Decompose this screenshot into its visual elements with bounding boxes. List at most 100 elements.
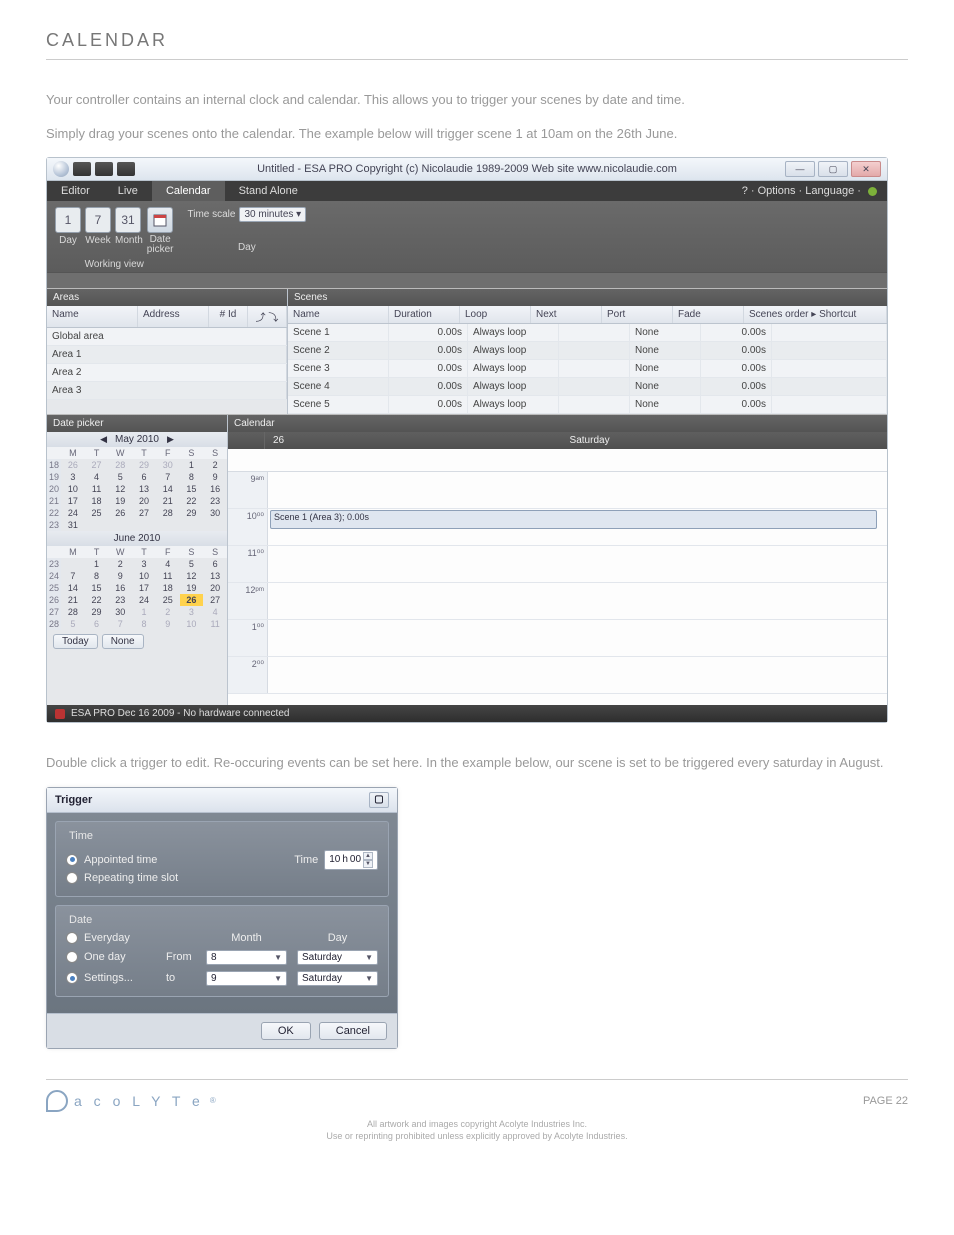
time-label: 9ᵃᵐ (228, 472, 268, 508)
scene-row[interactable]: Scene 30.00sAlways loopNone0.00s (288, 360, 887, 378)
status-text: ESA PRO Dec 16 2009 - No hardware connec… (71, 708, 289, 719)
trigger-dialog: Trigger ▢ Time Appointed time Time 10 h … (46, 787, 398, 1049)
from-day-select[interactable]: Saturday▼ (297, 950, 378, 965)
spin-down-icon[interactable]: ▼ (363, 860, 373, 868)
radio-appointed-label: Appointed time (84, 854, 157, 866)
page-title: CALENDAR (46, 30, 908, 60)
time-slot[interactable]: 2⁰⁰ (228, 657, 887, 694)
ribbon-tab-standalone[interactable]: Stand Alone (225, 181, 312, 201)
copyright-line-2: Use or reprinting prohibited unless expl… (46, 1130, 908, 1143)
timescale-select[interactable]: 30 minutes ▾ (239, 207, 306, 222)
date-picker-button[interactable] (147, 207, 173, 233)
area-row[interactable]: Area 3 (47, 382, 287, 400)
to-day-select[interactable]: Saturday▼ (297, 971, 378, 986)
area-name: Area 1 (47, 346, 287, 363)
next-month-button[interactable]: ▶ (167, 434, 174, 445)
timescale-label: Time scale (187, 209, 235, 220)
to-month-select[interactable]: 9▼ (206, 971, 287, 986)
window-close-button[interactable]: ✕ (851, 161, 881, 177)
scenes-col-duration[interactable]: Duration (389, 306, 460, 323)
dialog-titlebar[interactable]: Trigger ▢ (47, 788, 397, 813)
areas-col-id[interactable]: # Id (209, 306, 248, 327)
selected-day[interactable]: 26 (180, 594, 204, 606)
time-slot[interactable]: 12ᵖᵐ (228, 583, 887, 620)
scenes-col-loop[interactable]: Loop (460, 306, 531, 323)
areas-col-io[interactable]: ⤴ ⤵ (248, 306, 287, 327)
month-header-may: ◀ May 2010 ▶ (47, 432, 227, 447)
area-row[interactable]: Area 1 (47, 346, 287, 364)
scenes-panel: Scenes Name Duration Loop Next Port Fade… (288, 289, 887, 414)
time-fieldset: Time Appointed time Time 10 h 00 ▲▼ (55, 821, 389, 897)
radio-appointed[interactable] (66, 854, 78, 866)
scene-row[interactable]: Scene 10.00sAlways loopNone0.00s (288, 324, 887, 342)
spin-up-icon[interactable]: ▲ (363, 852, 373, 860)
time-slot[interactable]: 10⁰⁰Scene 1 (Area 3); 0.00s (228, 509, 887, 546)
scenes-col-name[interactable]: Name (288, 306, 389, 323)
view-week-button[interactable]: 7 (85, 207, 111, 233)
window-titlebar[interactable]: Untitled - ESA PRO Copyright (c) Nicolau… (47, 158, 887, 181)
window-minimize-button[interactable]: — (785, 161, 815, 177)
area-row[interactable]: Area 2 (47, 364, 287, 382)
from-month-select[interactable]: 8▼ (206, 950, 287, 965)
copyright-line-1: All artwork and images copyright Acolyte… (46, 1118, 908, 1131)
body-text-3: Double click a trigger to edit. Re-occur… (46, 753, 908, 773)
quick-access-undo-icon[interactable] (95, 162, 113, 176)
view-month-button[interactable]: 31 (115, 207, 141, 233)
time-spinner[interactable]: 10 h 00 ▲▼ (324, 850, 378, 870)
scene-row[interactable]: Scene 40.00sAlways loopNone0.00s (288, 378, 887, 396)
time-legend: Time (66, 830, 96, 842)
time-slot[interactable]: 1⁰⁰ (228, 620, 887, 657)
prev-month-button[interactable]: ◀ (100, 434, 107, 445)
ribbon-right-menu[interactable]: ? · Options · Language · (732, 181, 887, 201)
quick-access-save-icon[interactable] (73, 162, 91, 176)
time-label: 2⁰⁰ (228, 657, 268, 693)
scenes-panel-title: Scenes (288, 289, 887, 306)
ribbon-tab-live[interactable]: Live (104, 181, 152, 201)
calendar-day-header: 26 Saturday (228, 432, 887, 449)
calendar-appointment[interactable]: Scene 1 (Area 3); 0.00s (270, 510, 877, 529)
ribbon-group-view-title: Working view (85, 259, 144, 270)
ok-button[interactable]: OK (261, 1022, 311, 1040)
scene-row[interactable]: Scene 50.00sAlways loopNone0.00s (288, 396, 887, 414)
dialog-close-button[interactable]: ▢ (369, 792, 389, 808)
time-slot[interactable]: 11⁰⁰ (228, 546, 887, 583)
ribbon-tab-editor[interactable]: Editor (47, 181, 104, 201)
time-label: 11⁰⁰ (228, 546, 268, 582)
area-row[interactable]: Global area (47, 328, 287, 346)
app-orb-icon[interactable] (53, 161, 69, 177)
time-slot[interactable]: 9ᵃᵐ (228, 472, 887, 509)
areas-panel: Areas Name Address # Id ⤴ ⤵ Global area … (47, 289, 288, 414)
areas-col-address[interactable]: Address (138, 306, 209, 327)
scene-row[interactable]: Scene 20.00sAlways loopNone0.00s (288, 342, 887, 360)
radio-everyday[interactable] (66, 932, 78, 944)
datepicker-panel: Date picker ◀ May 2010 ▶ MT WT FS S 1826… (47, 415, 228, 705)
quick-access-redo-icon[interactable] (117, 162, 135, 176)
scenes-col-order[interactable]: Scenes order ▸ Shortcut (744, 306, 887, 323)
radio-oneday-label: One day (84, 951, 126, 963)
from-label: From (166, 951, 196, 963)
calendar-allday-row[interactable] (228, 449, 887, 472)
radio-oneday[interactable] (66, 951, 78, 963)
window-maximize-button[interactable]: ▢ (818, 161, 848, 177)
ribbon-footer-strip (47, 272, 887, 288)
areas-col-name[interactable]: Name (47, 306, 138, 327)
scenes-col-port[interactable]: Port (602, 306, 673, 323)
window-caption: Untitled - ESA PRO Copyright (c) Nicolau… (47, 163, 887, 175)
area-name: Area 2 (47, 364, 287, 381)
cancel-button[interactable]: Cancel (319, 1022, 387, 1040)
ribbon-group-day-title: Day (238, 242, 256, 253)
area-name: Global area (47, 328, 287, 345)
radio-settings[interactable] (66, 972, 78, 984)
scenes-header: Name Duration Loop Next Port Fade Scenes… (288, 306, 887, 324)
none-button[interactable]: None (102, 634, 144, 649)
scenes-col-next[interactable]: Next (531, 306, 602, 323)
view-day-button[interactable]: 1 (55, 207, 81, 233)
page-number: PAGE 22 (863, 1095, 908, 1107)
scenes-col-fade[interactable]: Fade (673, 306, 744, 323)
today-button[interactable]: Today (53, 634, 98, 649)
time-label: 12ᵖᵐ (228, 583, 268, 619)
radio-repeating[interactable] (66, 872, 78, 884)
ribbon-tab-calendar[interactable]: Calendar (152, 181, 225, 201)
ribbon-body: 1 Day 7 Week 31 Month (47, 201, 887, 272)
areas-panel-title: Areas (47, 289, 287, 306)
